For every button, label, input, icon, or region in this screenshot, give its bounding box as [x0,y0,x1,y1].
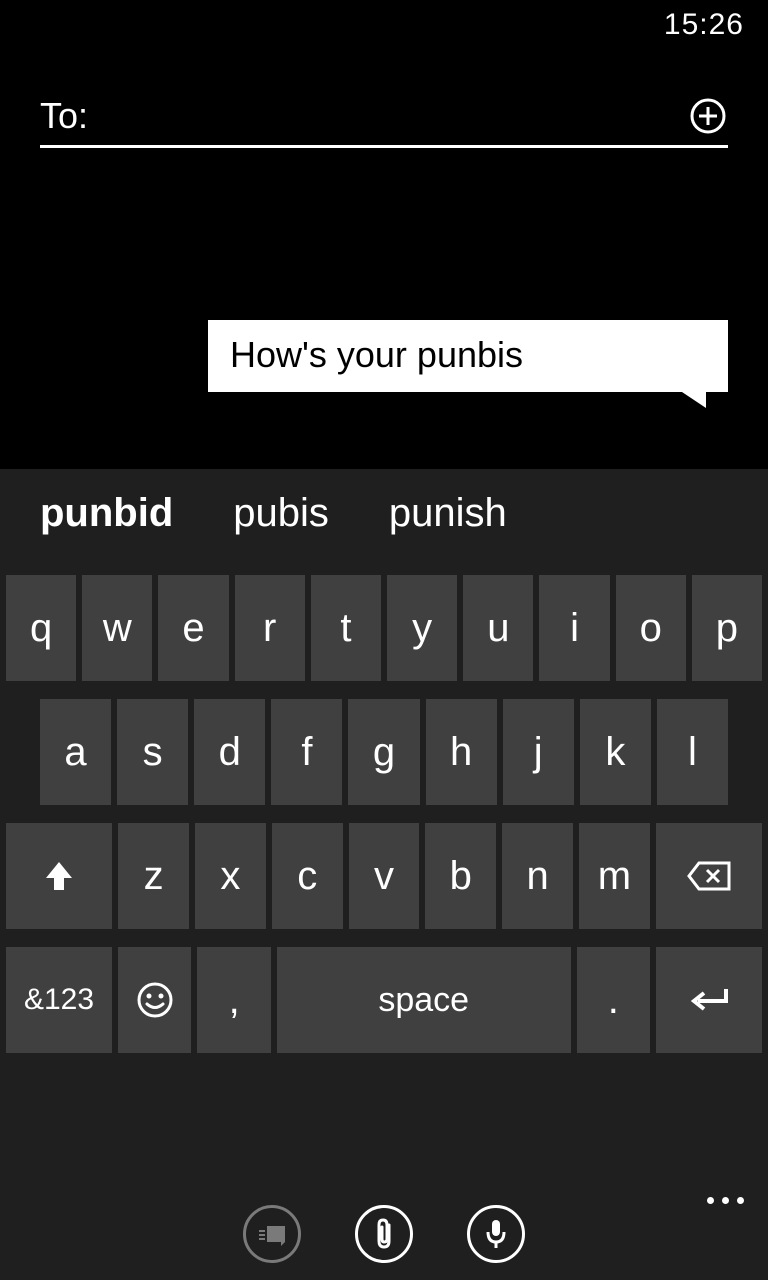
suggestion-1[interactable]: pubis [233,491,329,536]
key-x[interactable]: x [195,823,266,929]
voice-button[interactable] [467,1205,525,1263]
clock: 15:26 [664,8,744,42]
enter-icon [688,985,730,1015]
suggestion-bar: punbid pubis punish [0,469,768,557]
app-bar [0,1187,768,1280]
key-j[interactable]: j [503,699,574,805]
key-l[interactable]: l [657,699,728,805]
keyboard: punbid pubis punish q w e r t y u i o p … [0,469,768,1187]
key-comma[interactable]: , [197,947,270,1053]
message-bubble[interactable]: How's your punbis [208,320,728,392]
suggestion-2[interactable]: punish [389,491,507,536]
to-field-row: To: [40,95,728,148]
key-row-3: z x c v b n m [0,823,768,929]
key-z[interactable]: z [118,823,189,929]
dot-icon [737,1197,744,1204]
key-numbers[interactable]: &123 [6,947,112,1053]
microphone-icon [485,1218,507,1250]
key-r[interactable]: r [235,575,305,681]
key-f[interactable]: f [271,699,342,805]
add-contact-button[interactable] [688,96,728,136]
key-v[interactable]: v [349,823,420,929]
outgoing-message: How's your punbis [208,320,728,392]
backspace-icon [687,861,731,891]
key-a[interactable]: a [40,699,111,805]
status-bar: 15:26 [0,0,768,50]
key-g[interactable]: g [348,699,419,805]
key-n[interactable]: n [502,823,573,929]
shift-icon [44,860,74,892]
key-q[interactable]: q [6,575,76,681]
dot-icon [722,1197,729,1204]
more-button[interactable] [707,1197,744,1204]
key-e[interactable]: e [158,575,228,681]
key-row-4: &123 , space . [0,947,768,1053]
key-enter[interactable] [656,947,762,1053]
key-emoji[interactable] [118,947,191,1053]
key-h[interactable]: h [426,699,497,805]
key-u[interactable]: u [463,575,533,681]
key-t[interactable]: t [311,575,381,681]
key-k[interactable]: k [580,699,651,805]
key-backspace[interactable] [656,823,762,929]
bubble-tail [682,392,706,408]
message-text: How's your punbis [230,334,523,375]
suggestion-0[interactable]: punbid [40,491,173,536]
key-row-1: q w e r t y u i o p [0,575,768,681]
key-p[interactable]: p [692,575,762,681]
key-s[interactable]: s [117,699,188,805]
key-o[interactable]: o [616,575,686,681]
attach-button[interactable] [355,1205,413,1263]
key-m[interactable]: m [579,823,650,929]
key-i[interactable]: i [539,575,609,681]
key-w[interactable]: w [82,575,152,681]
dot-icon [707,1197,714,1204]
send-button[interactable] [243,1205,301,1263]
key-shift[interactable] [6,823,112,929]
to-label: To: [40,95,88,137]
key-c[interactable]: c [272,823,343,929]
plus-circle-icon [689,97,727,135]
key-d[interactable]: d [194,699,265,805]
key-row-2: a s d f g h j k l [0,699,768,805]
key-b[interactable]: b [425,823,496,929]
key-space[interactable]: space [277,947,571,1053]
key-period[interactable]: . [577,947,650,1053]
smiley-icon [136,981,174,1019]
key-y[interactable]: y [387,575,457,681]
to-input[interactable] [100,95,688,137]
paperclip-icon [373,1217,395,1251]
send-icon [257,1222,287,1246]
